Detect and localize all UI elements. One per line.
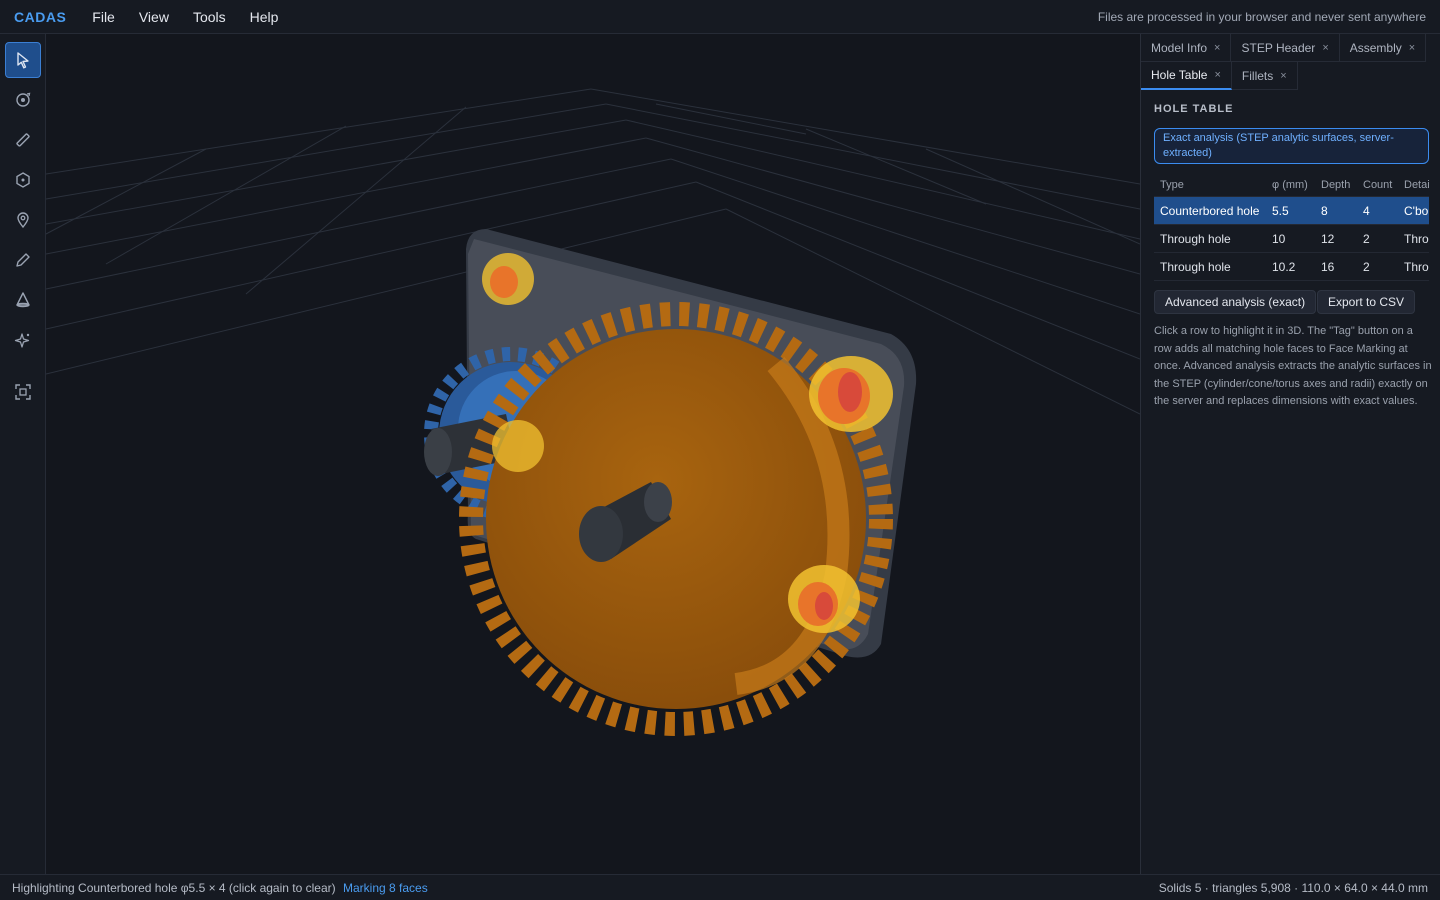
column-header: Detai — [1404, 179, 1429, 191]
cell-detail: C'bo — [1404, 204, 1429, 218]
column-header: Depth — [1321, 179, 1351, 191]
measure-tool-button[interactable] — [5, 122, 41, 158]
status-message[interactable]: Highlighting Counterbored hole φ5.5 × 4 … — [12, 881, 336, 895]
sparkle-tool-button[interactable] — [5, 322, 41, 358]
menu-bar: CADAS File View Tools Help Files are pro… — [0, 0, 1440, 34]
menu-file[interactable]: File — [92, 9, 115, 25]
column-header: Count — [1363, 179, 1393, 191]
app-logo: CADAS — [14, 8, 67, 25]
close-icon[interactable]: × — [1322, 42, 1328, 54]
tab-model-info[interactable]: Model Info × — [1141, 34, 1232, 62]
section-title: HOLE TABLE — [1154, 103, 1234, 115]
table-row[interactable]: Counterbored hole 5.5 8 4 C'bo — [1154, 197, 1429, 225]
cell-detail: Thro — [1404, 260, 1429, 274]
sparkle-icon — [14, 333, 30, 348]
model-scene — [46, 88, 1140, 736]
status-bar: Highlighting Counterbored hole φ5.5 × 4 … — [0, 874, 1440, 900]
cell-diameter: 5.5 — [1272, 204, 1289, 218]
table-row[interactable]: Through hole 10 12 2 Thro — [1154, 225, 1429, 253]
tab-assembly[interactable]: Assembly × — [1339, 34, 1427, 62]
cell-depth: 12 — [1321, 232, 1335, 246]
cell-count: 2 — [1363, 260, 1370, 274]
cell-diameter: 10 — [1272, 232, 1286, 246]
tab-fillets[interactable]: Fillets × — [1231, 62, 1298, 90]
pencil-tool-button[interactable] — [5, 242, 41, 278]
menu-help[interactable]: Help — [250, 9, 279, 25]
pin-icon — [17, 212, 29, 229]
export-csv-button[interactable]: Export to CSV — [1317, 290, 1416, 314]
menu-view[interactable]: View — [139, 9, 169, 25]
cone-icon — [16, 292, 30, 308]
inspector-panel: Model Info × STEP Header × Assembly × Hole … — [1140, 34, 1440, 874]
tab-row-2: Hole Table × Fillets × — [1141, 62, 1298, 90]
tab-row-1: Model Info × STEP Header × Assembly × — [1141, 34, 1427, 62]
marking-status[interactable]: Marking 8 faces — [343, 881, 428, 895]
pin-tool-button[interactable] — [5, 202, 41, 238]
cell-type: Through hole — [1160, 260, 1231, 274]
fit-view-tool-button[interactable] — [5, 374, 41, 410]
help-text: Click a row to highlight it in 3D. The "… — [1154, 325, 1432, 407]
tab-hole-table[interactable]: Hole Table × — [1141, 62, 1232, 90]
cell-count: 2 — [1363, 232, 1370, 246]
cell-depth: 16 — [1321, 260, 1335, 274]
column-header: Type — [1160, 179, 1184, 191]
measure-icon — [16, 133, 30, 147]
cell-type: Through hole — [1160, 232, 1231, 246]
cone-tool-button[interactable] — [5, 282, 41, 318]
exact-analysis-badge: Exact analysis (STEP analytic surfaces, … — [1154, 128, 1429, 164]
column-header: φ (mm) — [1272, 179, 1308, 191]
menu-tools[interactable]: Tools — [193, 9, 226, 25]
tab-step-header[interactable]: STEP Header × — [1231, 34, 1340, 62]
pencil-icon — [16, 253, 30, 267]
cell-depth: 8 — [1321, 204, 1328, 218]
section-icon — [16, 172, 30, 188]
close-icon[interactable]: × — [1409, 42, 1415, 54]
cell-count: 4 — [1363, 204, 1370, 218]
fit-view-icon — [15, 384, 31, 400]
select-tool-button[interactable] — [5, 42, 41, 78]
privacy-note: Files are processed in your browser and … — [1097, 10, 1426, 24]
section-tool-button[interactable] — [5, 162, 41, 198]
cell-detail: Thro — [1404, 232, 1429, 246]
select-icon — [17, 52, 29, 69]
cell-type: Counterbored hole — [1160, 204, 1260, 218]
hole-table: Type φ (mm) Depth Count Detai Counterbor… — [1154, 173, 1429, 281]
close-icon[interactable]: × — [1214, 42, 1220, 54]
3d-viewport[interactable] — [46, 34, 1140, 874]
table-row[interactable]: Through hole 10.2 16 2 Thro — [1154, 253, 1429, 281]
close-icon[interactable]: × — [1214, 69, 1220, 81]
left-toolbar — [0, 34, 46, 874]
cell-diameter: 10.2 — [1272, 260, 1296, 274]
table-header: Type φ (mm) Depth Count Detai — [1154, 173, 1429, 197]
close-icon[interactable]: × — [1280, 70, 1286, 82]
advanced-analysis-button[interactable]: Advanced analysis (exact) — [1154, 290, 1317, 314]
orbit-tool-button[interactable] — [5, 82, 41, 118]
orbit-icon — [16, 92, 31, 107]
model-stats: Solids 5 · triangles 5,908 · 110.0 × 64.… — [1158, 881, 1428, 895]
